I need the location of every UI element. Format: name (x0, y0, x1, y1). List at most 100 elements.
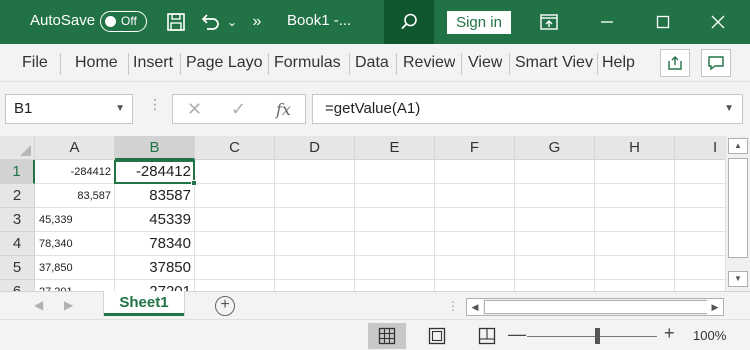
scroll-right-icon[interactable]: ▶ (707, 299, 723, 315)
menu-data[interactable]: Data (355, 54, 389, 72)
cell-d5[interactable] (275, 256, 355, 280)
cell-h2[interactable] (595, 184, 675, 208)
cell-h4[interactable] (595, 232, 675, 256)
cell-f6[interactable] (435, 280, 515, 291)
cell-a6[interactable]: 27,201 (35, 280, 115, 291)
next-sheet-icon[interactable]: ▶ (64, 298, 73, 312)
minimize-icon[interactable] (596, 10, 618, 34)
save-icon[interactable] (164, 10, 188, 34)
menu-smart-view[interactable]: Smart Viev (515, 54, 595, 72)
column-header-e[interactable]: E (355, 136, 435, 160)
search-button[interactable] (384, 0, 434, 44)
sign-in-button[interactable]: Sign in (447, 11, 511, 34)
column-header-c[interactable]: C (195, 136, 275, 160)
cell-i3[interactable] (675, 208, 725, 232)
expand-formula-bar-icon[interactable]: ▼ (724, 103, 734, 114)
comments-button[interactable] (701, 49, 731, 77)
cell-c6[interactable] (195, 280, 275, 291)
cell-e6[interactable] (355, 280, 435, 291)
menu-view[interactable]: View (468, 54, 502, 72)
cell-e1[interactable] (355, 160, 435, 184)
cell-h3[interactable] (595, 208, 675, 232)
cell-i2[interactable] (675, 184, 725, 208)
cell-b5[interactable]: 37850 (115, 256, 195, 280)
cell-f1[interactable] (435, 160, 515, 184)
column-header-d[interactable]: D (275, 136, 355, 160)
cell-g5[interactable] (515, 256, 595, 280)
cell-a4[interactable]: 78,340 (35, 232, 115, 256)
horizontal-scroll-thumb[interactable] (484, 300, 709, 314)
cell-d3[interactable] (275, 208, 355, 232)
row-header-1[interactable]: 1 (0, 160, 35, 184)
cell-c4[interactable] (195, 232, 275, 256)
cell-i4[interactable] (675, 232, 725, 256)
page-layout-view-button[interactable] (418, 323, 456, 349)
insert-function-icon[interactable]: fx (276, 100, 291, 119)
zoom-slider-thumb[interactable] (595, 328, 600, 344)
cell-e2[interactable] (355, 184, 435, 208)
column-header-g[interactable]: G (515, 136, 595, 160)
cell-e3[interactable] (355, 208, 435, 232)
cell-g4[interactable] (515, 232, 595, 256)
cell-g3[interactable] (515, 208, 595, 232)
row-header-5[interactable]: 5 (0, 256, 35, 280)
zoom-slider-track[interactable] (527, 336, 657, 337)
row-header-4[interactable]: 4 (0, 232, 35, 256)
scroll-left-icon[interactable]: ◀ (467, 299, 483, 315)
cell-b2[interactable]: 83587 (115, 184, 195, 208)
cell-b6[interactable]: 27201 (115, 280, 195, 291)
scroll-down-icon[interactable]: ▼ (728, 271, 748, 287)
cancel-icon[interactable]: ✕ (187, 99, 202, 120)
cell-f3[interactable] (435, 208, 515, 232)
cell-a3[interactable]: 45,339 (35, 208, 115, 232)
cell-i6[interactable] (675, 280, 725, 291)
cell-d6[interactable] (275, 280, 355, 291)
cell-c5[interactable] (195, 256, 275, 280)
menu-home[interactable]: Home (75, 54, 118, 72)
cell-e4[interactable] (355, 232, 435, 256)
name-box[interactable]: B1 ▼ (5, 94, 133, 124)
new-sheet-icon[interactable]: + (215, 296, 235, 316)
autosave-toggle[interactable]: Off (100, 11, 147, 32)
more-commands-icon[interactable]: » (250, 10, 264, 34)
scroll-up-icon[interactable]: ▲ (728, 138, 748, 154)
column-header-i[interactable]: I (675, 136, 725, 160)
cell-i1[interactable] (675, 160, 725, 184)
row-header-3[interactable]: 3 (0, 208, 35, 232)
tab-split-handle-icon[interactable]: ⋮ (447, 299, 459, 313)
share-button[interactable] (660, 49, 690, 77)
vertical-scrollbar[interactable]: ▲ ▼ (725, 136, 750, 291)
sheet-tab-sheet1[interactable]: Sheet1 (104, 291, 184, 316)
horizontal-scrollbar[interactable]: ◀ ▶ (466, 298, 724, 316)
cell-h6[interactable] (595, 280, 675, 291)
cell-a5[interactable]: 37,850 (35, 256, 115, 280)
cell-c1[interactable] (195, 160, 275, 184)
name-box-dropdown-icon[interactable]: ▼ (115, 103, 125, 114)
formula-input[interactable]: =getValue(A1) ▼ (312, 94, 743, 124)
row-header-2[interactable]: 2 (0, 184, 35, 208)
column-header-f[interactable]: F (435, 136, 515, 160)
cell-c2[interactable] (195, 184, 275, 208)
vertical-scroll-thumb[interactable] (728, 158, 748, 258)
cell-d1[interactable] (275, 160, 355, 184)
normal-view-button[interactable] (368, 323, 406, 349)
enter-icon[interactable]: ✓ (231, 99, 246, 120)
select-all-button[interactable] (0, 136, 35, 160)
zoom-in-icon[interactable]: + (664, 323, 675, 344)
cell-a2[interactable]: 83,587 (35, 184, 115, 208)
cell-g2[interactable] (515, 184, 595, 208)
cell-c3[interactable] (195, 208, 275, 232)
cell-f4[interactable] (435, 232, 515, 256)
row-header-6[interactable]: 6 (0, 280, 35, 291)
zoom-out-icon[interactable]: — (508, 324, 526, 345)
ribbon-display-options-icon[interactable] (538, 10, 560, 34)
menu-formulas[interactable]: Formulas (274, 54, 341, 72)
cell-h5[interactable] (595, 256, 675, 280)
cell-i5[interactable] (675, 256, 725, 280)
cell-f5[interactable] (435, 256, 515, 280)
column-header-b[interactable]: B (115, 136, 195, 160)
cell-d4[interactable] (275, 232, 355, 256)
column-header-a[interactable]: A (35, 136, 115, 160)
cell-f2[interactable] (435, 184, 515, 208)
page-break-preview-button[interactable] (468, 323, 506, 349)
